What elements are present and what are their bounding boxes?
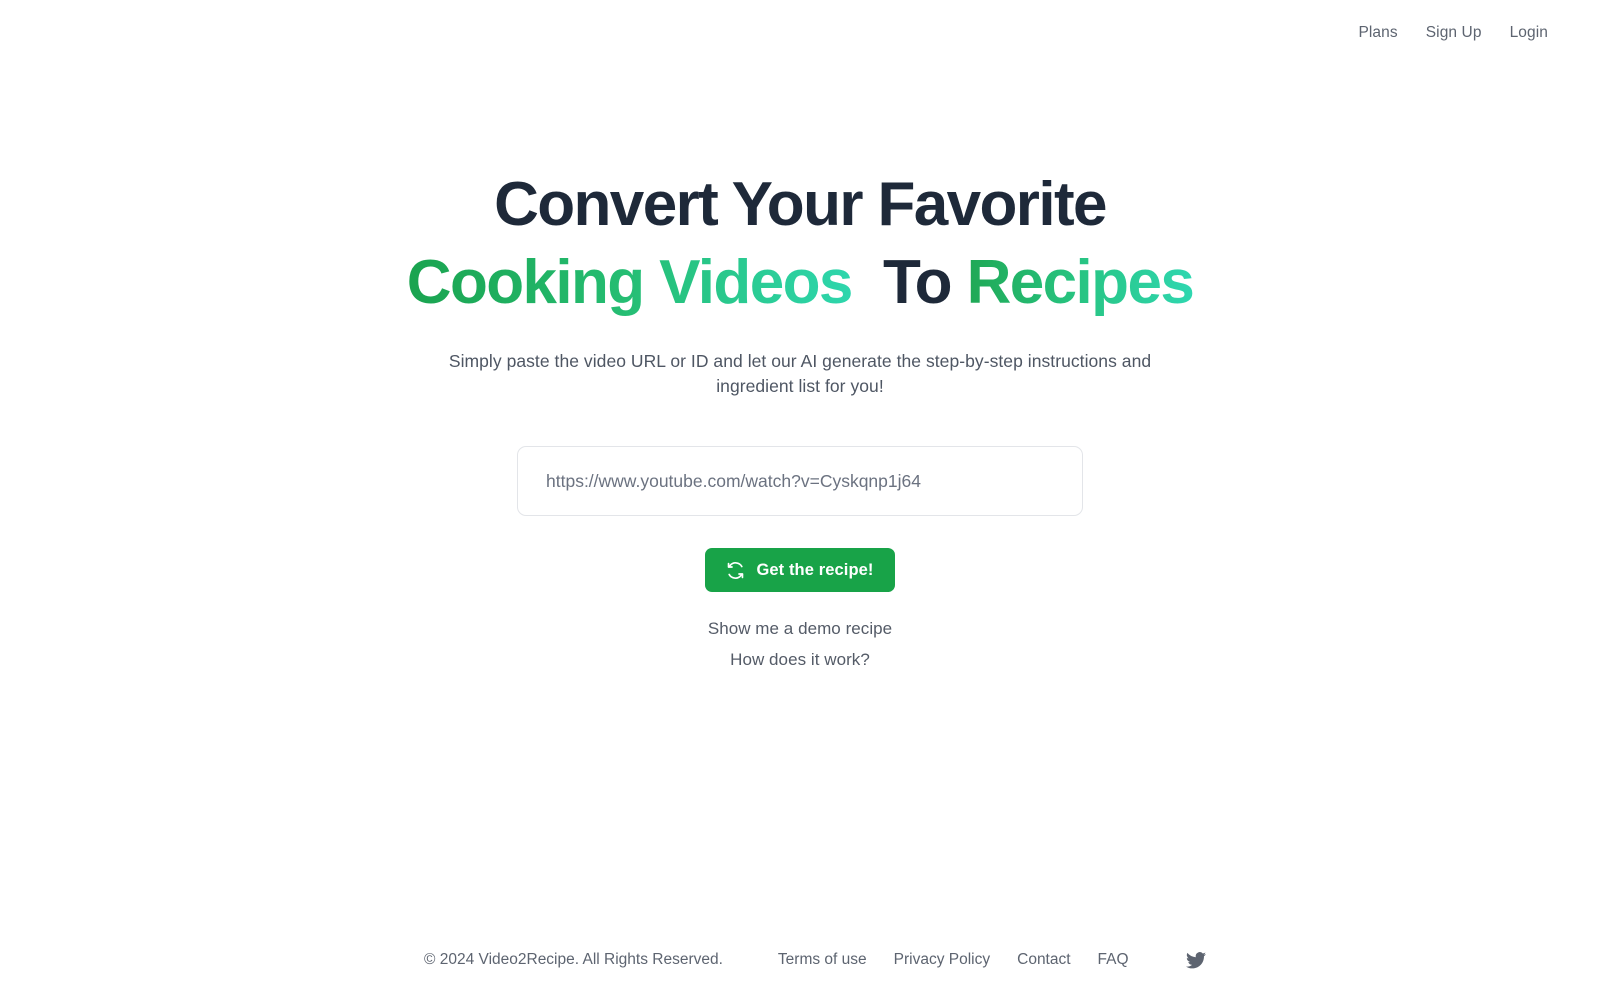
footer-link-faq[interactable]: FAQ [1098,951,1129,969]
hero-section: Convert Your Favorite Cooking Videos To … [0,66,1600,926]
how-it-works-link[interactable]: How does it work? [730,650,870,670]
landing-page: Plans Sign Up Login Convert Your Favorit… [0,0,1600,1000]
footer-link-terms[interactable]: Terms of use [778,951,867,969]
copyright-text: © 2024 Video2Recipe. All Rights Reserved… [424,951,723,968]
nav-link-plans[interactable]: Plans [1358,24,1397,42]
page-title: Convert Your Favorite Cooking Videos To … [406,170,1195,318]
top-navigation-bar: Plans Sign Up Login [0,0,1600,66]
footer-inner: © 2024 Video2Recipe. All Rights Reserved… [56,951,1544,969]
social-links [1185,951,1206,969]
video-url-input[interactable] [517,446,1083,517]
footer-link-privacy[interactable]: Privacy Policy [894,951,990,969]
headline-cooking-videos: Cooking Videos [406,248,854,318]
twitter-icon[interactable] [1185,951,1206,969]
headline-to-word: To [883,248,953,318]
page-footer: © 2024 Video2Recipe. All Rights Reserved… [0,926,1600,1000]
refresh-icon [726,561,745,580]
nav-link-signup[interactable]: Sign Up [1426,24,1482,42]
nav-links: Plans Sign Up Login [1358,24,1548,42]
nav-link-login[interactable]: Login [1510,24,1548,42]
get-recipe-button[interactable]: Get the recipe! [705,548,895,593]
footer-link-contact[interactable]: Contact [1017,951,1070,969]
get-recipe-button-label: Get the recipe! [756,560,874,579]
headline-recipes: Recipes [966,248,1195,318]
hero-subtitle: Simply paste the video URL or ID and let… [448,351,1152,397]
headline-to [852,248,883,317]
demo-recipe-link[interactable]: Show me a demo recipe [708,619,892,639]
footer-links: Terms of use Privacy Policy Contact FAQ [778,951,1129,969]
headline-line-2: Cooking Videos To Recipes [406,248,1195,318]
headline-line-1: Convert Your Favorite [494,170,1107,239]
secondary-links: Show me a demo recipe How does it work? [708,619,892,670]
headline-space-2 [951,248,967,317]
